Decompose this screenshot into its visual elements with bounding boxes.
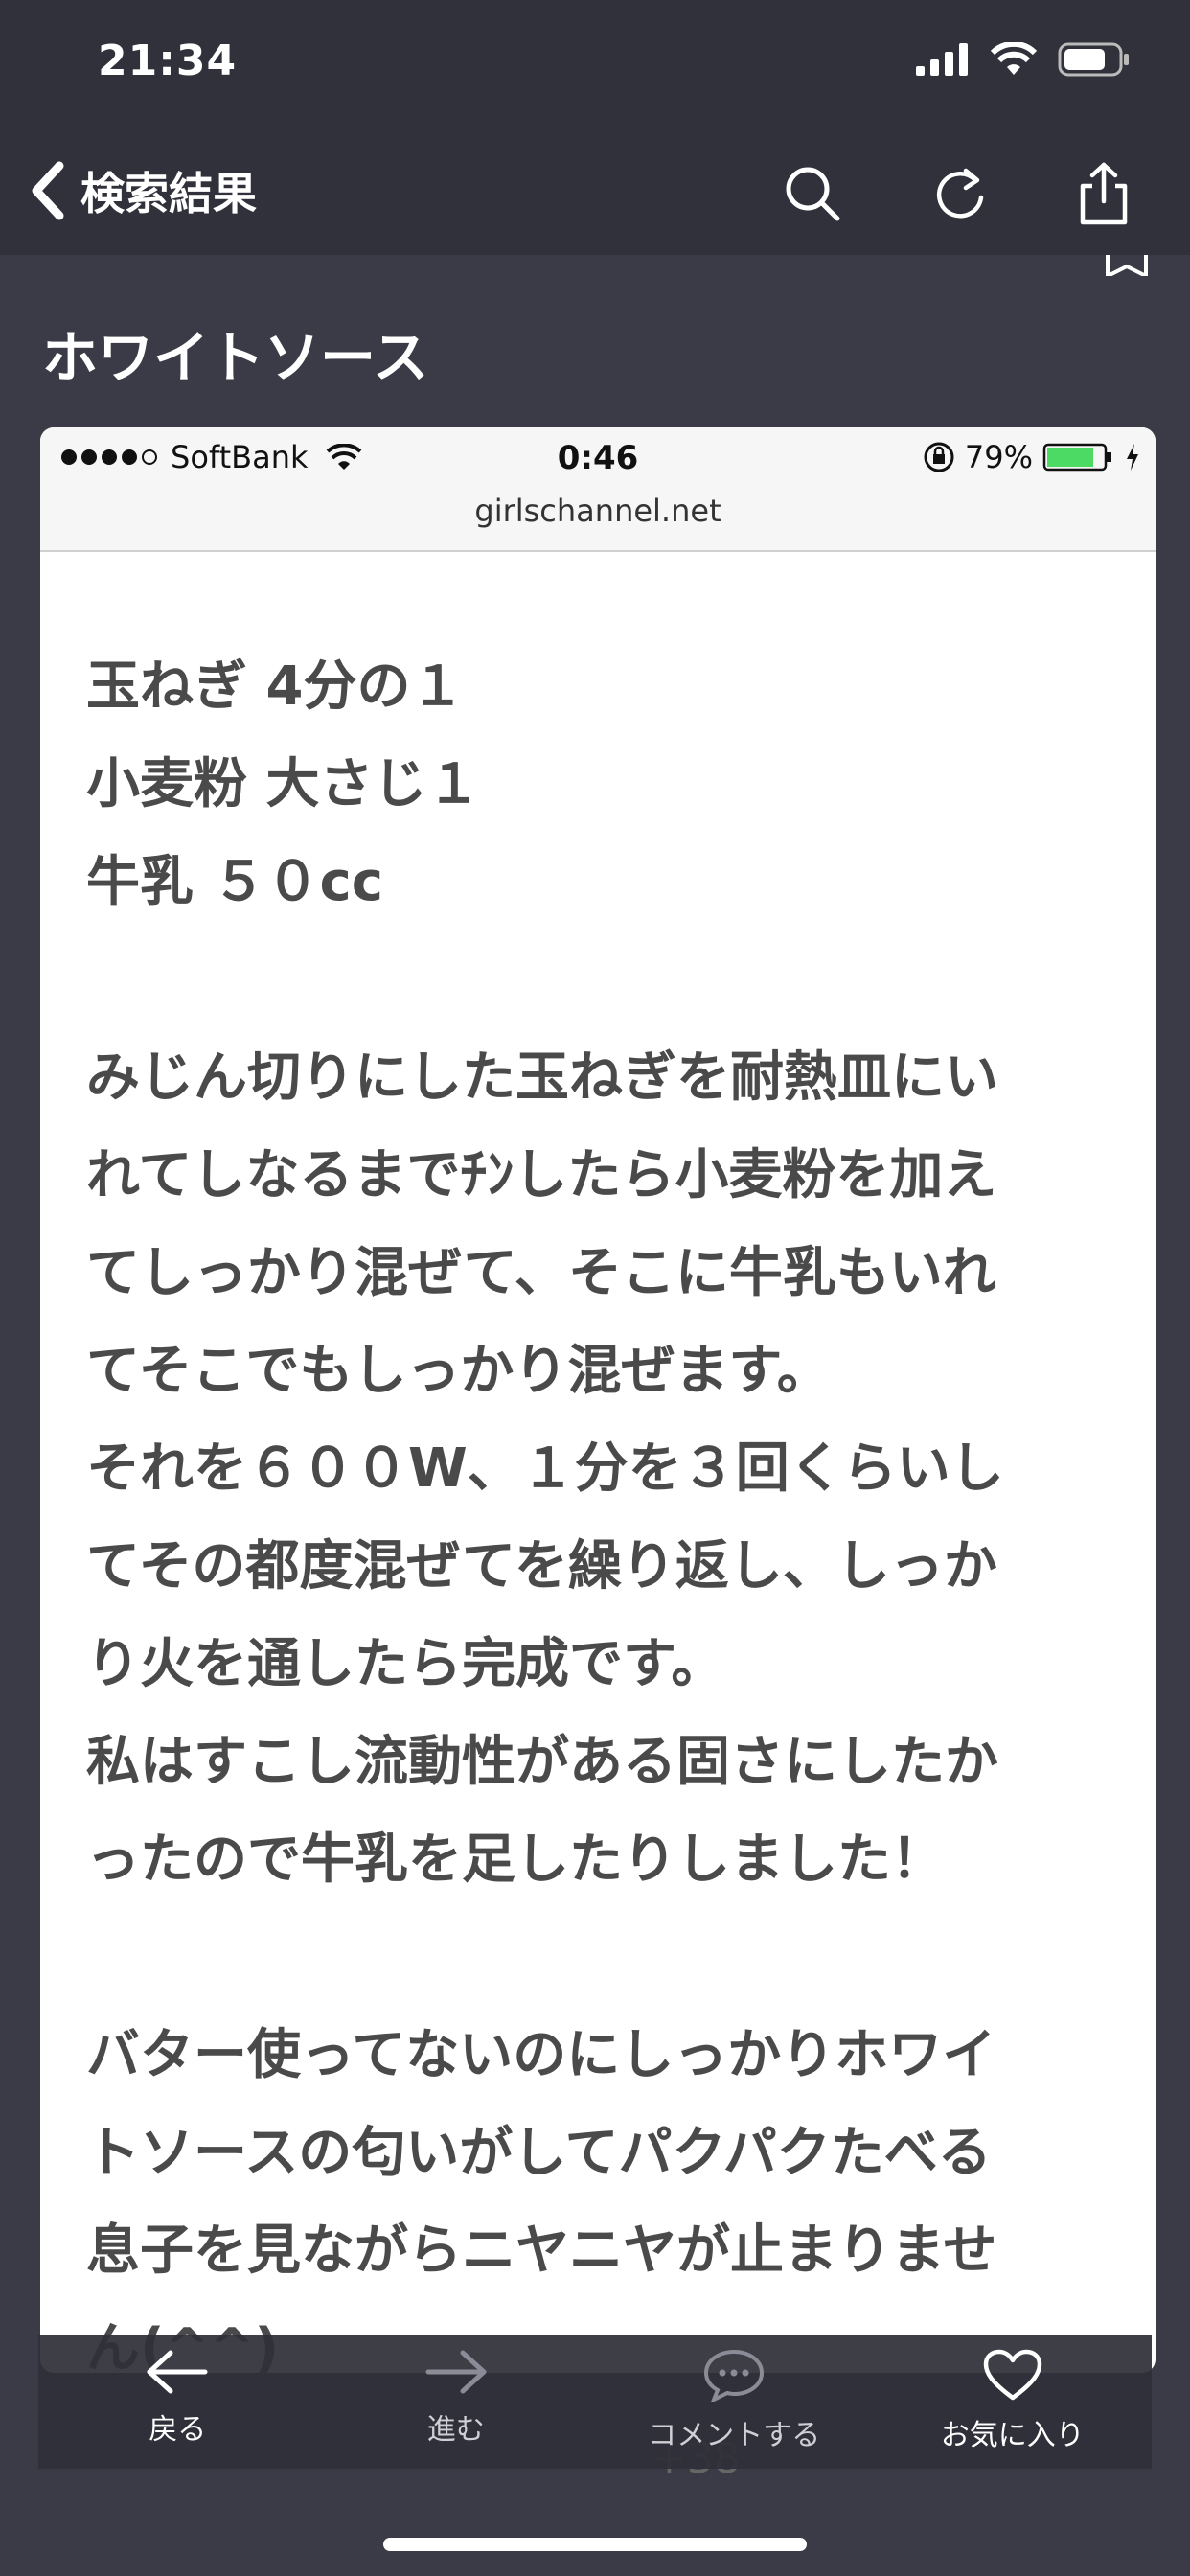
recipe-line: てそこでもしっかり混ぜます。 [86, 1340, 831, 1402]
status-bar: 21:34 [0, 0, 1190, 134]
status-icons [916, 42, 1131, 77]
reload-button[interactable] [922, 155, 998, 232]
reload-icon [936, 168, 984, 218]
search-icon [786, 167, 840, 221]
recipe-line: れてしなるまでﾁﾝしたら小麦粉を加え [86, 1144, 997, 1207]
favorite-button[interactable]: お気に入り [874, 2334, 1153, 2469]
recipe-line: 小麦粉 大さじ１ [86, 753, 481, 816]
status-time: 21:34 [98, 36, 238, 85]
rotation-lock-icon [924, 442, 954, 472]
comment-bubble-icon [704, 2349, 765, 2402]
embedded-screenshot[interactable]: SoftBank 0:46 79% girlschannel.net 玉ねぎ 4… [40, 427, 1156, 2373]
forward-label: 進む [426, 2413, 485, 2447]
recipe-line: 玉ねぎ 4分の１ [86, 656, 465, 718]
back-label: 戻る [149, 2413, 207, 2447]
arrow-right-icon [425, 2350, 487, 2394]
scrolled-content-peek [0, 255, 1190, 278]
recipe-line: ったので牛乳を足したりしました！ [86, 1828, 945, 1891]
comment-button[interactable]: コメントする [595, 2334, 874, 2469]
screenshot-battery-percent: 79% [964, 439, 1033, 475]
recipe-line: 私はすこし流動性がある固さにしたか [86, 1731, 998, 1793]
nav-bar: 検索結果 [0, 134, 1190, 255]
recipe-line: り火を通したら完成です。 [86, 1633, 725, 1695]
comment-label: コメントする [648, 2419, 821, 2452]
charging-bolt-icon [1127, 444, 1138, 471]
screenshot-status-bar: SoftBank 0:46 79% girlschannel.net [40, 427, 1156, 552]
home-indicator [383, 2538, 807, 2551]
battery-icon [1058, 42, 1129, 77]
screenshot-battery-icon [1042, 443, 1111, 472]
search-button[interactable] [774, 155, 851, 232]
recipe-line: それを６００W、１分を３回くらいし [86, 1438, 1004, 1500]
bottom-toolbar: 戻る 進む コメントする お気に入り [38, 2334, 1152, 2469]
signal-icon [916, 43, 968, 76]
share-button[interactable] [1065, 155, 1142, 232]
screenshot-domain: girlschannel.net [474, 493, 721, 529]
screenshot-body-text: 玉ねぎ 4分の１ 小麦粉 大さじ１ 牛乳 ５０cc みじん切りにした玉ねぎを耐熱… [86, 638, 1121, 2373]
back-button[interactable]: 戻る [38, 2334, 317, 2469]
recipe-line: トソースの匂いがしてパクパクたべる [86, 2122, 992, 2184]
recipe-line: みじん切りにした玉ねぎを耐熱皿にい [86, 1046, 998, 1109]
forward-button[interactable]: 進む [317, 2334, 596, 2469]
page-title: ホワイトソース [42, 325, 429, 390]
favorite-label: お気に入り [940, 2419, 1085, 2452]
recipe-line: バター使ってないのにしっかりホワイ [86, 2024, 996, 2086]
recipe-line: 息子を見ながらニヤニヤが止まりませ [86, 2220, 997, 2282]
back-label: 検索結果 [80, 168, 257, 219]
back-to-search-results-button[interactable]: 検索結果 [29, 159, 257, 222]
share-icon [1080, 162, 1128, 225]
screenshot-battery: 79% [923, 439, 1140, 475]
wifi-icon [991, 42, 1037, 75]
heart-icon [983, 2349, 1041, 2401]
chevron-left-icon [32, 161, 64, 220]
arrow-left-icon [147, 2350, 208, 2394]
recipe-line: 牛乳 ５０cc [86, 851, 383, 913]
recipe-line: てしっかり混ぜて、そこに牛乳もいれ [86, 1242, 996, 1304]
recipe-line: てその都度混ぜてを繰り返し、しっか [86, 1535, 997, 1598]
bookmark-icon [1106, 255, 1148, 276]
